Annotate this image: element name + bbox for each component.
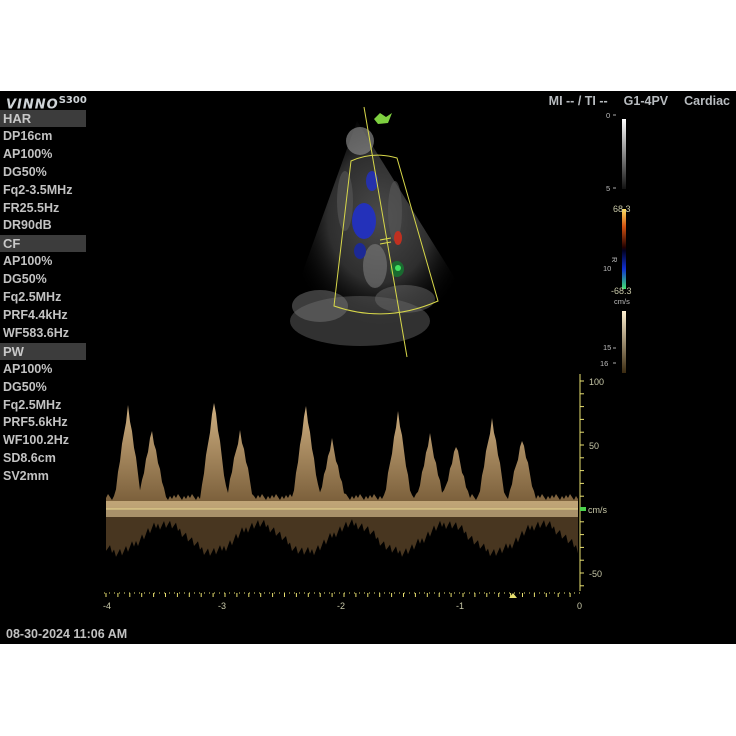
cf-min-label: -68.3	[611, 286, 632, 296]
cf-param: WF583.6Hz	[3, 325, 69, 340]
time-tick-minus2: -2	[337, 601, 345, 611]
brand-model: S300	[58, 95, 87, 106]
pw-param: SV2mm	[3, 469, 49, 484]
depth-label-10: 10	[603, 264, 611, 273]
har-param: FR25.5Hz	[3, 200, 60, 215]
pw-param: WF100.2Hz	[3, 433, 69, 448]
pw-param: PRF5.6kHz	[3, 415, 68, 430]
time-tick-minus1: -1	[456, 601, 464, 611]
pw-param: SD8.6cm	[3, 451, 56, 466]
time-axis	[104, 592, 580, 597]
pw-param: DG50%	[3, 379, 47, 394]
cf-param: Fq2.5MHz	[3, 290, 62, 305]
section-header-pw: PW	[0, 342, 86, 360]
section-header-har: HAR	[0, 110, 86, 127]
probe-orientation-marker-icon	[374, 113, 392, 124]
velocity-tick-minus50: -50	[589, 569, 602, 579]
baseline-marker-icon	[580, 507, 586, 511]
pw-param: AP100%	[3, 361, 53, 376]
probe-name: G1-4PV	[623, 94, 669, 108]
time-tick-0: 0	[577, 601, 582, 611]
cf-param: DG50%	[3, 272, 47, 287]
spectrum-forward-flow	[106, 403, 578, 509]
cf-unit-label: cm/s	[614, 297, 630, 306]
depth-label-5: 5	[606, 184, 610, 193]
pw-grayscale-bar	[613, 311, 626, 373]
cf-max-label: 68.3	[613, 204, 631, 214]
depth-label-0: 0	[606, 111, 610, 120]
time-tick-minus4: -4	[103, 601, 111, 611]
har-param: Fq2-3.5MHz	[3, 182, 73, 197]
mi-ti-readout: MI -- / TI --	[548, 94, 608, 108]
imaging-canvas: 0 5 68.3 R 10 -68.3 cm/s 15 16 100 50 cm…	[103, 106, 632, 611]
har-param: AP100%	[3, 146, 53, 161]
velocity-axis	[579, 374, 584, 591]
velocity-unit-label: cm/s	[588, 505, 607, 515]
exam-preset: Cardiac	[684, 94, 730, 108]
depth-label-16: 16	[600, 359, 608, 368]
cf-param: PRF4.4kHz	[3, 308, 68, 323]
velocity-tick-50: 50	[589, 441, 599, 451]
har-param: DR90dB	[3, 218, 52, 233]
cf-param: AP100%	[3, 254, 53, 269]
pw-param: Fq2.5MHz	[3, 397, 62, 412]
top-info-bar: MI -- / TI -- G1-4PV Cardiac	[549, 94, 730, 108]
cf-letter-label: R	[610, 257, 619, 263]
velocity-tick-100: 100	[589, 377, 604, 387]
exam-datetime: 08-30-2024 11:06 AM	[6, 627, 128, 641]
time-tick-minus3: -3	[218, 601, 226, 611]
ultrasound-screen: 0 5 68.3 R 10 -68.3 cm/s 15 16 100 50 cm…	[0, 91, 736, 644]
depth-label-15: 15	[603, 343, 611, 352]
har-param: DG50%	[3, 164, 47, 179]
color-flow-velocity-bar	[622, 209, 626, 289]
parameter-panel: HAR DP16cm AP100% DG50% Fq2-3.5MHz FR25.…	[0, 110, 86, 486]
section-header-cf: CF	[0, 235, 86, 253]
pw-doppler-spectrum	[106, 403, 578, 557]
depth-grayscale-bar	[613, 114, 626, 189]
har-param: DP16cm	[3, 129, 53, 143]
